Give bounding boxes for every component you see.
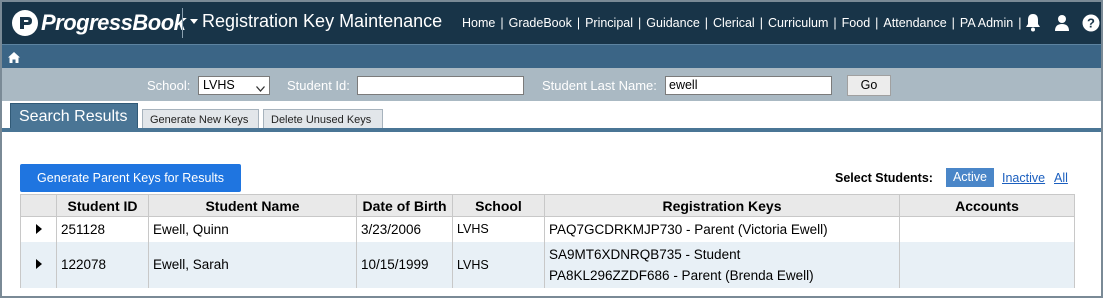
student-id-label: Student Id: (287, 78, 350, 93)
cell-student-name: Ewell, Sarah (148, 241, 357, 288)
cell-registration-keys: SA9MT6XDNRQB735 - Student PA8KL296ZZDF68… (544, 241, 900, 288)
filter-all[interactable]: All (1054, 171, 1068, 185)
cell-accounts (899, 241, 1075, 288)
cell-registration-keys: PAQ7GCDRKMJP730 - Parent (Victoria Ewell… (544, 216, 900, 242)
expand-row-button[interactable] (20, 241, 57, 288)
caret-right-icon (35, 259, 42, 269)
brand-logo[interactable]: ProgressBook (12, 8, 186, 38)
help-icon[interactable]: ? (1082, 14, 1100, 32)
page-title: Registration Key Maintenance (202, 11, 443, 31)
cell-accounts (899, 216, 1075, 242)
table-row[interactable]: 251128 Ewell, Quinn 3/23/2006 LVHS PAQ7G… (20, 216, 1075, 242)
bell-icon[interactable] (1024, 13, 1042, 32)
header-icons: ? (1024, 13, 1101, 32)
col-registration-keys: Registration Keys (544, 194, 900, 217)
cell-school: LVHS (452, 241, 545, 288)
home-icon[interactable] (8, 50, 20, 68)
school-select[interactable]: LVHS (198, 76, 270, 95)
col-student-name[interactable]: Student Name (148, 194, 357, 217)
table-row[interactable]: 122078 Ewell, Sarah 10/15/1999 LVHS SA9M… (20, 241, 1075, 288)
nav-gradebook[interactable]: GradeBook (509, 16, 572, 30)
nav-principal[interactable]: Principal (585, 16, 633, 30)
cell-dob: 3/23/2006 (356, 216, 453, 242)
cell-student-name: Ewell, Quinn (148, 216, 357, 242)
top-nav: Home | GradeBook | Principal | Guidance | Cl… (462, 16, 1022, 30)
col-expand (20, 194, 57, 217)
go-button[interactable]: Go (847, 75, 891, 96)
nav-home[interactable]: Home (462, 16, 495, 30)
tab-delete-unused-keys[interactable]: Delete Unused Keys (263, 109, 383, 130)
school-label: School: (147, 78, 191, 93)
nav-guidance[interactable]: Guidance (646, 16, 700, 30)
col-dob[interactable]: Date of Birth (356, 194, 453, 217)
chevron-down-icon (256, 81, 265, 95)
app-menu-toggle[interactable]: Registration Key Maintenance (190, 11, 442, 32)
expand-row-button[interactable] (20, 216, 57, 242)
caret-right-icon (35, 223, 42, 234)
results-table: Student ID Student Name Date of Birth Sc… (20, 194, 1075, 288)
last-name-label: Student Last Name: (542, 78, 657, 93)
student-id-input[interactable] (357, 76, 524, 95)
generate-parent-keys-button[interactable]: Generate Parent Keys for Results (20, 164, 241, 192)
nav-attendance[interactable]: Attendance (883, 16, 946, 30)
nav-clerical[interactable]: Clerical (713, 16, 755, 30)
cell-dob: 10/15/1999 (356, 241, 453, 288)
nav-curriculum[interactable]: Curriculum (768, 16, 828, 30)
header-divider (182, 8, 183, 38)
user-icon[interactable] (1054, 14, 1070, 32)
nav-food[interactable]: Food (842, 16, 871, 30)
col-school[interactable]: School (452, 194, 545, 217)
school-select-value: LVHS (203, 78, 235, 92)
search-bar: School: LVHS Student Id: Student Last Na… (2, 68, 1101, 101)
tab-search-results[interactable]: Search Results (10, 103, 138, 130)
tab-divider (2, 128, 1101, 132)
tab-generate-new-keys[interactable]: Generate New Keys (142, 109, 259, 130)
col-student-id[interactable]: Student ID (56, 194, 149, 217)
app-window: ProgressBook Registration Key Maintenanc… (0, 0, 1103, 298)
last-name-input[interactable]: ewell (665, 76, 832, 95)
logo-icon (12, 10, 38, 36)
breadcrumb (2, 44, 1101, 68)
cell-school: LVHS (452, 216, 545, 242)
top-header: ProgressBook Registration Key Maintenanc… (2, 2, 1101, 44)
cell-student-id: 122078 (56, 241, 149, 288)
table-header-row: Student ID Student Name Date of Birth Sc… (20, 194, 1075, 217)
registration-key: PA8KL296ZZDF686 - Parent (Brenda Ewell) (549, 267, 814, 283)
cell-student-id: 251128 (56, 216, 149, 242)
col-accounts: Accounts (899, 194, 1075, 217)
registration-key: SA9MT6XDNRQB735 - Student (549, 246, 741, 262)
filter-inactive[interactable]: Inactive (1002, 171, 1045, 185)
registration-key: PAQ7GCDRKMJP730 - Parent (Victoria Ewell… (549, 221, 828, 237)
brand-name: ProgressBook (41, 10, 186, 35)
filter-active[interactable]: Active (946, 168, 994, 187)
caret-down-icon (190, 19, 198, 24)
nav-pa-admin[interactable]: PA Admin (960, 16, 1013, 30)
svg-text:?: ? (1087, 15, 1095, 30)
select-students-label: Select Students: (835, 171, 933, 185)
